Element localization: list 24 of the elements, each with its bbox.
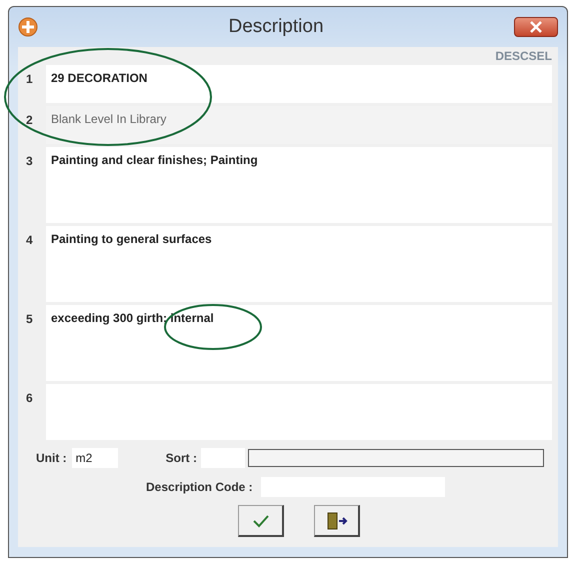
window-title: Description: [227, 16, 325, 38]
line-number: 5: [26, 311, 34, 328]
description-field[interactable]: Painting and clear finishes; Painting: [46, 147, 552, 223]
ok-button[interactable]: [238, 505, 284, 537]
line-number: 1: [26, 71, 34, 88]
close-icon: [529, 21, 543, 33]
door-exit-icon: [326, 510, 348, 530]
unit-label: Unit :: [36, 451, 67, 465]
description-field[interactable]: Painting to general surfaces: [46, 226, 552, 302]
close-button[interactable]: [514, 17, 558, 37]
sort-label: Sort :: [166, 451, 197, 465]
exit-button[interactable]: [314, 505, 360, 537]
unit-field[interactable]: m2: [72, 448, 118, 468]
form-code-label: DESCSEL: [495, 49, 552, 63]
checkmark-icon: [250, 512, 270, 528]
description-field[interactable]: exceeding 300 girth; internal: [46, 305, 552, 381]
line-number: 2: [26, 112, 34, 129]
line-number: 4: [26, 232, 34, 249]
sort-description-field[interactable]: [248, 449, 544, 467]
description-field[interactable]: 29 DECORATION: [46, 65, 552, 103]
line-number: 6: [26, 390, 34, 407]
description-code-label: Description Code :: [146, 480, 253, 494]
app-icon: [18, 17, 38, 37]
line-number: 3: [26, 153, 34, 170]
